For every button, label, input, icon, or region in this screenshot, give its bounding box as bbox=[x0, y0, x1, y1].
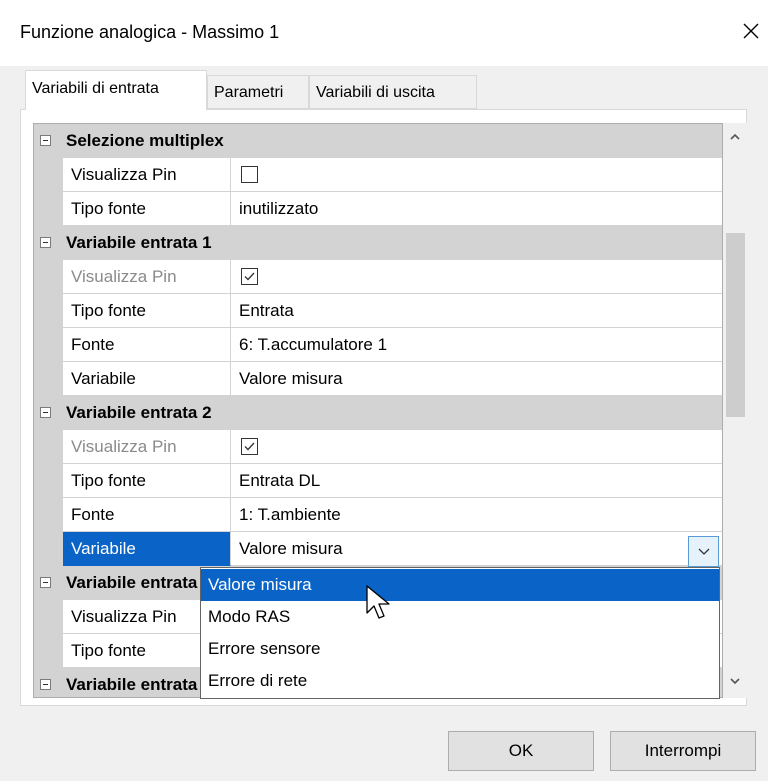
property-value[interactable] bbox=[231, 260, 722, 294]
property-row[interactable]: Tipo fonte Entrata DL bbox=[34, 464, 722, 498]
dropdown-option-modo-ras[interactable]: Modo RAS bbox=[201, 601, 719, 633]
property-row[interactable]: Variabile Valore misura bbox=[34, 362, 722, 396]
property-name: Tipo fonte bbox=[63, 464, 231, 498]
property-value[interactable]: inutilizzato bbox=[231, 192, 722, 226]
collapse-icon[interactable] bbox=[40, 577, 51, 588]
category-label: Variabile entrata 3 bbox=[66, 573, 212, 592]
property-row[interactable]: Fonte 1: T.ambiente bbox=[34, 498, 722, 532]
scrollbar-thumb[interactable] bbox=[726, 233, 745, 417]
collapse-icon[interactable] bbox=[40, 407, 51, 418]
dropdown-button[interactable] bbox=[688, 536, 719, 567]
property-value[interactable]: 6: T.accumulatore 1 bbox=[231, 328, 722, 362]
property-value[interactable] bbox=[231, 430, 722, 464]
scroll-up-icon[interactable] bbox=[729, 131, 741, 143]
category-variabile-entrata-1[interactable]: Variabile entrata 1 bbox=[34, 226, 722, 260]
scroll-down-icon[interactable] bbox=[729, 675, 741, 687]
tab-variabili-di-entrata[interactable]: Variabili di entrata bbox=[25, 70, 207, 110]
dropdown-list: Valore misura Modo RAS Errore sensore Er… bbox=[200, 567, 720, 699]
collapse-icon[interactable] bbox=[40, 679, 51, 690]
close-icon[interactable] bbox=[738, 18, 764, 44]
category-label: Variabile entrata 2 bbox=[66, 403, 212, 422]
mouse-cursor-icon bbox=[366, 585, 390, 619]
category-variabile-entrata-2[interactable]: Variabile entrata 2 bbox=[34, 396, 722, 430]
tab-variabili-di-uscita[interactable]: Variabili di uscita bbox=[309, 75, 477, 109]
category-label: Variabile entrata 4 bbox=[66, 675, 212, 694]
property-name: Visualizza Pin bbox=[63, 260, 231, 294]
property-value[interactable]: Entrata bbox=[231, 294, 722, 328]
property-name: Visualizza Pin bbox=[63, 158, 231, 192]
checkbox-unchecked[interactable] bbox=[241, 166, 258, 183]
window-title: Funzione analogica - Massimo 1 bbox=[20, 22, 280, 42]
property-name: Tipo fonte bbox=[63, 192, 231, 226]
variabile-select[interactable]: Valore misura bbox=[231, 532, 722, 566]
property-name: Tipo fonte bbox=[63, 294, 231, 328]
property-value[interactable]: 1: T.ambiente bbox=[231, 498, 722, 532]
category-label: Selezione multiplex bbox=[66, 131, 224, 150]
checkbox-checked[interactable] bbox=[241, 438, 258, 455]
chevron-down-icon bbox=[698, 548, 710, 555]
property-row[interactable]: Visualizza Pin bbox=[34, 430, 722, 464]
collapse-icon[interactable] bbox=[40, 135, 51, 146]
property-name: Fonte bbox=[63, 498, 231, 532]
property-name: Fonte bbox=[63, 328, 231, 362]
property-name: Visualizza Pin bbox=[63, 430, 231, 464]
tab-parametri[interactable]: Parametri bbox=[207, 75, 309, 109]
check-icon bbox=[244, 272, 255, 281]
collapse-icon[interactable] bbox=[40, 237, 51, 248]
dropdown-option-errore-di-rete[interactable]: Errore di rete bbox=[201, 665, 719, 697]
property-row-selected[interactable]: Variabile Valore misura bbox=[34, 532, 722, 566]
dropdown-option-valore-misura[interactable]: Valore misura bbox=[201, 569, 719, 601]
property-row[interactable]: Fonte 6: T.accumulatore 1 bbox=[34, 328, 722, 362]
category-selezione-multiplex[interactable]: Selezione multiplex bbox=[34, 124, 722, 158]
property-row[interactable]: Tipo fonte inutilizzato bbox=[34, 192, 722, 226]
title-bar: Funzione analogica - Massimo 1 bbox=[0, 0, 768, 66]
vertical-scrollbar[interactable] bbox=[723, 123, 747, 698]
property-row[interactable]: Visualizza Pin bbox=[34, 260, 722, 294]
property-value[interactable]: Valore misura bbox=[231, 362, 722, 396]
property-value[interactable] bbox=[231, 158, 722, 192]
check-icon bbox=[244, 442, 255, 451]
ok-button[interactable]: OK bbox=[448, 731, 594, 771]
checkbox-checked[interactable] bbox=[241, 268, 258, 285]
property-row[interactable]: Tipo fonte Entrata bbox=[34, 294, 722, 328]
property-name-selected: Variabile bbox=[63, 532, 231, 566]
category-label: Variabile entrata 1 bbox=[66, 233, 212, 252]
property-value[interactable]: Entrata DL bbox=[231, 464, 722, 498]
dropdown-option-errore-sensore[interactable]: Errore sensore bbox=[201, 633, 719, 665]
property-name: Variabile bbox=[63, 362, 231, 396]
cancel-button[interactable]: Interrompi bbox=[610, 731, 756, 771]
property-row[interactable]: Visualizza Pin bbox=[34, 158, 722, 192]
